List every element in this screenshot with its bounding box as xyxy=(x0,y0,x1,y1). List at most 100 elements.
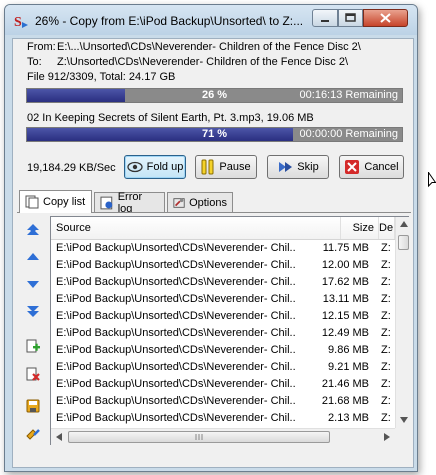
list-row[interactable]: E:\iPod Backup\Unsorted\CDs\Neverender- … xyxy=(51,325,395,342)
error-log-icon xyxy=(100,196,113,209)
row-destination: Z: xyxy=(381,327,391,339)
close-icon xyxy=(380,13,391,23)
list-row[interactable]: E:\iPod Backup\Unsorted\CDs\Neverender- … xyxy=(51,291,395,308)
row-source: E:\iPod Backup\Unsorted\CDs\Neverender- … xyxy=(56,395,296,407)
row-source: E:\iPod Backup\Unsorted\CDs\Neverender- … xyxy=(56,276,296,288)
row-source: E:\iPod Backup\Unsorted\CDs\Neverender- … xyxy=(56,378,296,390)
from-path: E:\...\Unsorted\CDs\Neverender- Children… xyxy=(57,41,361,53)
close-window-button[interactable] xyxy=(363,9,408,27)
row-source: E:\iPod Backup\Unsorted\CDs\Neverender- … xyxy=(56,293,296,305)
scrollbar-corner xyxy=(395,428,411,445)
scroll-grip-icon xyxy=(195,434,203,440)
row-destination: Z: xyxy=(381,378,391,390)
row-destination: Z: xyxy=(381,310,391,322)
row-size: 12.00 MB xyxy=(321,259,369,271)
total-progress-bar: 26 % 00:16:13 Remaining xyxy=(26,88,403,103)
list-row[interactable]: E:\iPod Backup\Unsorted\CDs\Neverender- … xyxy=(51,359,395,376)
remove-file-icon[interactable] xyxy=(26,367,40,381)
tab-error-log[interactable]: Error log xyxy=(94,190,165,215)
add-file-icon[interactable] xyxy=(26,339,40,353)
move-top-icon[interactable] xyxy=(26,223,40,237)
list-row[interactable]: E:\iPod Backup\Unsorted\CDs\Neverender- … xyxy=(51,376,395,393)
list-row[interactable]: E:\iPod Backup\Unsorted\CDs\Neverender- … xyxy=(51,240,395,257)
list-row[interactable]: E:\iPod Backup\Unsorted\CDs\Neverender- … xyxy=(51,274,395,291)
minimize-icon xyxy=(321,20,329,22)
scroll-down-arrow-icon[interactable] xyxy=(400,417,408,423)
tab-copy-list-label: Copy list xyxy=(43,196,86,208)
row-size: 11.75 MB xyxy=(322,242,369,254)
row-destination: Z: xyxy=(381,293,391,305)
column-header-source[interactable]: Source xyxy=(51,217,341,239)
move-bottom-icon[interactable] xyxy=(26,304,40,318)
to-label: To: xyxy=(27,56,42,68)
row-destination: Z: xyxy=(381,361,391,373)
fold-up-label: Fold up xyxy=(146,161,184,173)
maximize-icon xyxy=(345,13,356,22)
scroll-left-arrow-icon[interactable] xyxy=(56,433,62,441)
tab-error-log-label: Error log xyxy=(117,190,143,215)
horizontal-scrollbar[interactable] xyxy=(51,428,395,446)
fold-up-icon xyxy=(126,161,143,173)
row-source: E:\iPod Backup\Unsorted\CDs\Neverender- … xyxy=(56,412,296,424)
row-source: E:\iPod Backup\Unsorted\CDs\Neverender- … xyxy=(56,259,296,271)
total-time-remaining: 00:16:13 Remaining xyxy=(299,89,398,101)
row-size: 21.46 MB xyxy=(321,378,369,390)
to-path: Z:\Unsorted\CDs\Neverender- Children of … xyxy=(57,56,349,68)
mouse-cursor-icon xyxy=(428,172,436,188)
row-size: 21.68 MB xyxy=(321,395,369,407)
from-label: From: xyxy=(27,41,56,53)
tab-options[interactable]: Options xyxy=(167,192,233,212)
row-size: 12.49 MB xyxy=(321,327,369,339)
copy-list-icon xyxy=(25,195,39,209)
list-header: Source Size De xyxy=(51,217,395,240)
list-row[interactable]: E:\iPod Backup\Unsorted\CDs\Neverender- … xyxy=(51,393,395,410)
tab-options-label: Options xyxy=(189,196,227,209)
column-header-size[interactable]: Size xyxy=(341,217,379,239)
column-header-destination[interactable]: De xyxy=(379,217,395,239)
horizontal-scroll-thumb[interactable] xyxy=(68,431,330,443)
transfer-speed: 19,184.29 KB/Sec xyxy=(27,162,116,174)
move-down-icon[interactable] xyxy=(26,277,40,291)
file-progress-bar: 71 % 00:00:00 Remaining xyxy=(26,127,403,142)
cancel-label: Cancel xyxy=(364,161,399,173)
row-size: 17.62 MB xyxy=(321,276,369,288)
fold-up-button[interactable]: Fold up xyxy=(124,155,186,179)
row-size: 9.21 MB xyxy=(328,361,369,373)
options-icon xyxy=(173,197,185,208)
list-row[interactable]: E:\iPod Backup\Unsorted\CDs\Neverender- … xyxy=(51,308,395,325)
list-row[interactable]: E:\iPod Backup\Unsorted\CDs\Neverender- … xyxy=(51,342,395,359)
row-destination: Z: xyxy=(381,259,391,271)
vertical-scroll-thumb[interactable] xyxy=(398,235,409,250)
row-destination: Z: xyxy=(381,276,391,288)
load-list-icon[interactable] xyxy=(26,427,40,441)
row-source: E:\iPod Backup\Unsorted\CDs\Neverender- … xyxy=(56,327,296,339)
title-bar[interactable]: S 26% - Copy from E:\iPod Backup\Unsorte… xyxy=(5,5,417,35)
pause-label: Pause xyxy=(219,161,251,173)
skip-button[interactable]: Skip xyxy=(267,155,329,179)
row-source: E:\iPod Backup\Unsorted\CDs\Neverender- … xyxy=(56,361,296,373)
scroll-right-arrow-icon[interactable] xyxy=(384,433,390,441)
save-list-icon[interactable] xyxy=(26,399,40,413)
pause-button[interactable]: Pause xyxy=(195,155,257,179)
move-up-icon[interactable] xyxy=(26,250,40,264)
list-row[interactable]: E:\iPod Backup\Unsorted\CDs\Neverender- … xyxy=(51,257,395,274)
row-source: E:\iPod Backup\Unsorted\CDs\Neverender- … xyxy=(56,242,296,254)
skip-label: Skip xyxy=(297,161,319,173)
scroll-up-arrow-icon[interactable] xyxy=(400,221,408,227)
list-row[interactable]: E:\iPod Backup\Unsorted\CDs\Neverender- … xyxy=(51,410,395,427)
copy-file-list[interactable]: Source Size De E:\iPod Backup\Unsorted\C… xyxy=(50,216,412,446)
row-source: E:\iPod Backup\Unsorted\CDs\Neverender- … xyxy=(56,310,296,322)
skip-icon xyxy=(279,162,293,172)
app-icon: S xyxy=(14,15,28,29)
row-size: 13.11 MB xyxy=(322,293,369,305)
row-destination: Z: xyxy=(381,395,391,407)
row-destination: Z: xyxy=(381,344,391,356)
tab-copy-list[interactable]: Copy list xyxy=(19,190,92,213)
vertical-scrollbar[interactable] xyxy=(395,217,412,428)
maximize-button[interactable] xyxy=(338,9,363,27)
current-file: 02 In Keeping Secrets of Silent Earth, P… xyxy=(27,112,314,124)
row-size: 12.15 MB xyxy=(321,310,369,322)
cancel-button[interactable]: Cancel xyxy=(339,155,404,179)
minimize-button[interactable] xyxy=(312,9,338,27)
window-title: 26% - Copy from E:\iPod Backup\Unsorted\… xyxy=(35,14,304,28)
